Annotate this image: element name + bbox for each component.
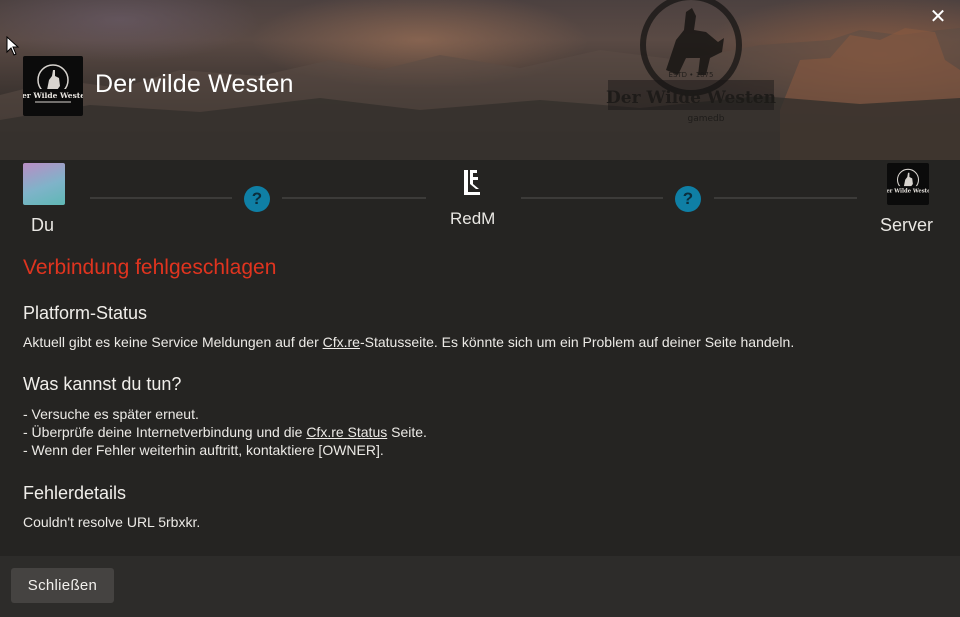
server-logo: Der Wilde Westen	[16, 56, 91, 116]
what-to-do-list: - Versuche es später erneut. - Überprüfe…	[23, 405, 427, 459]
server-logo-text: Der Wilde Westen	[23, 91, 83, 100]
connection-line	[90, 197, 232, 199]
error-title: Verbindung fehlgeschlagen	[23, 256, 277, 279]
platform-status-text-before: Aktuell gibt es keine Service Meldungen …	[23, 334, 323, 350]
connection-line	[521, 197, 663, 199]
node-label-server: Server	[880, 215, 934, 235]
list-item: - Wenn der Fehler weiterhin auftritt, ko…	[23, 442, 384, 458]
node-label-you: Du	[31, 215, 55, 235]
list-item-text: - Überprüfe deine Internetverbindung und…	[23, 424, 307, 440]
dialog-footer: Schließen	[0, 556, 960, 617]
cfx-status-page-link[interactable]: Cfx.re Status	[306, 424, 387, 440]
server-node-logo: Der Wilde Westen	[882, 163, 934, 205]
server-node-logo-text: Der Wilde Westen	[887, 188, 929, 194]
close-button[interactable]: Schließen	[11, 568, 114, 603]
platform-status-text: Aktuell gibt es keine Service Meldungen …	[23, 333, 794, 351]
error-details-text: Couldn't resolve URL 5rbxkr.	[23, 514, 201, 530]
connection-line	[282, 197, 426, 199]
close-icon[interactable]: ✕	[928, 6, 948, 26]
server-logo-emblem-icon: Der Wilde Westen	[16, 64, 91, 103]
list-item: - Überprüfe deine Internetverbindung und…	[23, 423, 427, 441]
list-item-text: Seite.	[387, 424, 427, 440]
question-icon: ?	[244, 186, 270, 212]
platform-status-heading: Platform-Status	[23, 303, 148, 323]
server-node-emblem-icon: Der Wilde Westen	[882, 168, 934, 194]
cfx-status-link[interactable]: Cfx.re	[323, 334, 360, 350]
question-icon: ?	[675, 186, 701, 212]
watermark-estd: ESTD • 1875	[669, 71, 714, 79]
error-details-heading: Fehlerdetails	[23, 483, 127, 503]
server-title: Der wilde Westen	[95, 70, 294, 98]
redm-logo-icon	[464, 170, 480, 195]
platform-status-text-after: -Statusseite. Es könnte sich um ein Prob…	[359, 334, 795, 350]
watermark-sub: gamedb	[688, 114, 725, 124]
connection-line	[714, 197, 857, 199]
list-item: - Versuche es später erneut.	[23, 406, 199, 422]
watermark-title: Der Wilde Westen	[606, 88, 776, 108]
what-to-do-heading: Was kannst du tun?	[23, 374, 182, 394]
user-avatar	[23, 163, 65, 205]
mouse-cursor-icon	[6, 36, 20, 56]
server-watermark-logo: ESTD • 1875 Der Wilde Westen gamedb	[606, 0, 776, 124]
node-label-redm: RedM	[450, 209, 496, 228]
